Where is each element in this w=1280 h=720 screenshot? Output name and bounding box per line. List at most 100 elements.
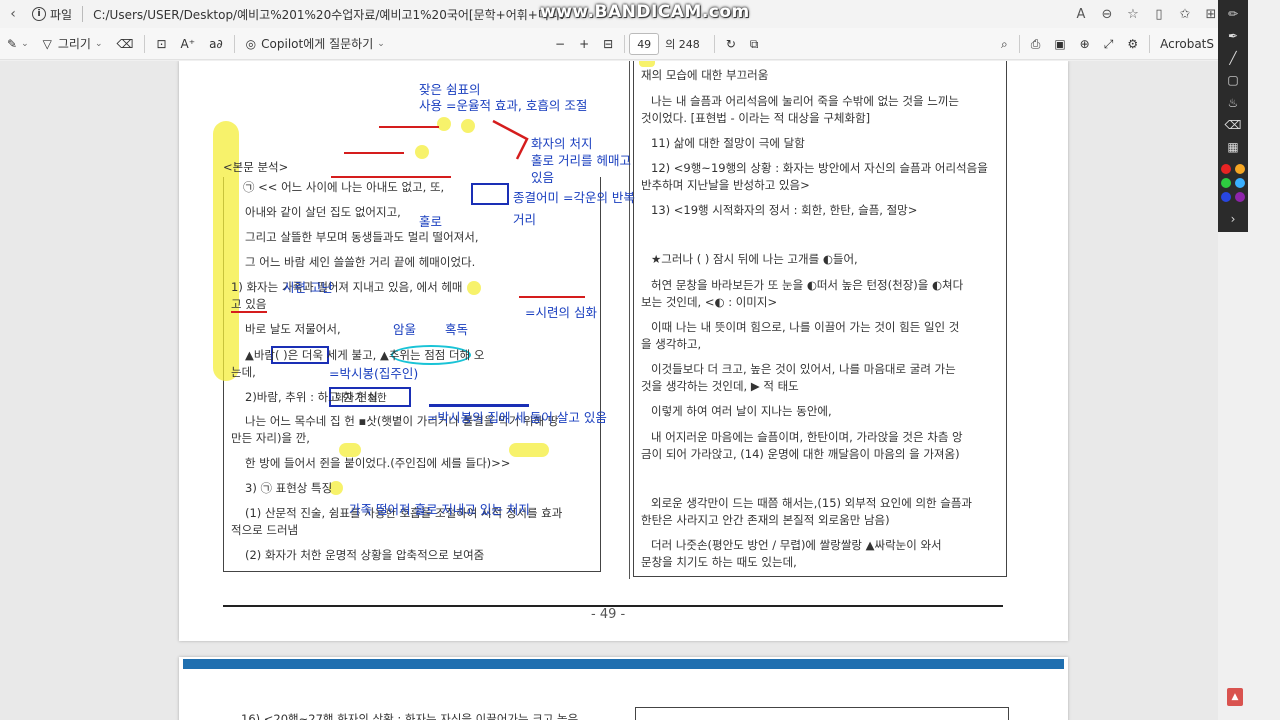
toolbar-divider [713,35,715,53]
bandicam-watermark: www.BANDICAM.com [540,2,750,22]
page-controls: − + ⊟ 49 의 248 ↻ ⧉ [548,28,765,60]
copilot-icon: ◎ [245,36,257,51]
print-icon[interactable]: ⎙ [1024,31,1048,57]
color-purple[interactable] [1235,191,1245,202]
search-icon[interactable]: ⌕ [994,31,1015,57]
pen-icon[interactable]: ✏ [1222,4,1244,23]
highlight-dot [437,117,451,131]
acrobat-label[interactable]: AcrobatS [1154,37,1218,51]
column-divider [629,61,630,579]
left-line: ㉠ << 어느 사이에 나는 아내도 없고, 또, [243,180,445,194]
right-line: 허연 문창을 바라보든가 또 눈을 ◐떠서 높은 턴정(천장)을 ◐쳐다 [651,278,964,292]
pdf-toolbar: ✎ ⌄ ▽ 그리기 ⌄ ⌫ ⊡ A⁺ a∂ ◎ Copilot에게 질문하기 ⌄ − + … [0,28,1218,60]
toolbar-divider [1149,35,1151,53]
pdf-file-icon[interactable]: ▲ [1227,688,1243,706]
right-line: 이때 나는 내 뜻이며 힘으로, 나를 이끌어 가는 것이 힘든 일인 것 [651,320,960,334]
page-number-input[interactable]: 49 [629,33,660,55]
draw-label: 그리기 [57,37,91,51]
annotation-text: =박시봉(집주인) [329,366,419,381]
pdf-viewport[interactable]: <본문 분석> ㉠ << 어느 사이에 나는 아내도 없고, 또, 아내와 같이… [0,61,1218,720]
left-line: 한 방에 들어서 쥔을 붙이었다.(주인집에 세를 들다)>> [245,456,511,470]
left-line: (2) 화자가 처한 운명적 상황을 압축적으로 보여줌 [245,548,485,562]
address-path[interactable]: C:/Users/USER/Desktop/예비고%201%20수업자료/예비고… [93,6,563,23]
right-line: 이렇게 하여 여러 날이 지나는 동안에, [651,404,832,418]
section-title: <본문 분석> [223,160,289,174]
right-line: 금이 되어 가라앉고, (14) 운명에 대한 깨달음이 마음의 을 가져옴) [641,447,960,461]
color-swatches [1221,163,1245,202]
color-blue[interactable] [1221,191,1231,202]
annotation-text: 시련 고난 [283,280,333,295]
right-line: 한탄은 사라지고 안간 존재의 본질적 외로움만 남음) [641,513,890,527]
boxed-phrase: 화자가 처한 [335,392,387,404]
annotation-text: 혹독 [445,322,469,337]
zoom-in-button[interactable]: + [572,31,596,57]
highlighter-icon[interactable]: ✒ [1222,26,1244,45]
copilot-button[interactable]: ◎ Copilot에게 질문하기 ⌄ [239,31,392,57]
eraser-icon: ⌫ [116,36,134,51]
annotation-text: 사용 =운율적 효과, 호흡의 조절 [419,98,588,113]
left-line: 바로 날도 저물어서, [245,322,341,336]
back-arrow-icon[interactable]: ‹ [0,1,26,27]
right-line: 외로운 생각만이 드는 때쯤 해서는,(15) 외부적 요인에 의한 슬픔과 [651,496,973,510]
text-box-icon: ⊡ [156,36,167,51]
left-line: 적으로 드러냄 [231,523,299,537]
annotation-text: 있음 [531,170,555,185]
right-line: 11) 삶에 대한 절망이 극에 달함 [651,136,805,150]
draw-tool[interactable]: ▽ 그리기 ⌄ [36,31,110,57]
collapse-chevron-icon[interactable]: › [1222,210,1244,229]
left-line: 아내와 같이 살던 집도 없어지고, [245,205,401,219]
zoom-icon[interactable]: ⊖ [1094,1,1120,27]
right-line: ★그러나 ( ) 잠시 뒤에 나는 고개를 ◐들어, [651,252,858,266]
next-page-box [635,707,1009,720]
right-line: 이것들보다 더 크고, 높은 것이 있어서, 나를 마음대로 굴려 가는 [651,362,956,376]
highlight-dot [467,281,481,295]
right-line: 을 생각하고, [641,337,702,351]
favorites-icon[interactable]: ✩ [1172,1,1198,27]
right-line: 것을 생각하는 것인데, ▶ 적 태도 [641,379,799,393]
highlight-dot [415,145,429,159]
right-line: 재의 모습에 대한 부끄러움 [641,68,769,82]
page-number: - 49 - [591,607,626,622]
line-icon[interactable]: ╱ [1222,49,1244,68]
fullscreen-icon[interactable]: ⤢ [1097,31,1121,57]
color-green[interactable] [1221,177,1231,188]
left-line: 1) 화자는 가족과 떨어져 지내고 있음, 에서 헤매 [231,280,463,294]
read-aloud-icon[interactable]: A [1068,1,1094,27]
info-icon[interactable]: i [32,7,46,21]
zoom-out-button[interactable]: − [548,31,572,57]
text-tool[interactable]: ⊡ [149,31,173,57]
left-line: ▲바람( )은 더욱 세게 불고, ▲추위는 점점 더해 오 [245,348,485,362]
page-view-icon[interactable]: ⧉ [743,31,766,57]
file-scheme-label: 파일 [50,7,73,22]
highlight-tool[interactable]: ✎ ⌄ [0,31,36,57]
red-underline [379,126,439,128]
pdf-toolbar-right: ⌕ ⎙ ▣ ⊕ ⤢ ⚙ AcrobatS [994,28,1218,60]
right-edge [1248,0,1280,720]
translate-tool[interactable]: a∂ [202,31,230,57]
checker-icon[interactable]: ▦ [1222,138,1244,157]
color-red[interactable] [1221,163,1231,174]
settings-gear-icon[interactable]: ⚙ [1120,31,1145,57]
toolbar-divider [1018,35,1020,53]
red-underline [519,296,585,298]
eraser-tool[interactable]: ⌫ [110,31,141,57]
paint-icon[interactable]: ♨ [1222,93,1244,112]
split-screen-icon[interactable]: ▯ [1146,1,1172,27]
fit-page-icon[interactable]: ⊟ [596,31,620,57]
save-icon[interactable]: ▣ [1047,31,1072,57]
eraser-icon[interactable]: ⌫ [1222,115,1244,134]
left-line: 그리고 살뜰한 부모며 동생들과도 멀리 떨어져서, [245,230,479,244]
right-line: 내 어지러운 마음에는 슬픔이며, 한탄이며, 가라앉을 것은 차츰 앙 [651,430,963,444]
right-line: 보는 것인데, <◐ : 이미지> [641,295,778,309]
annotation-text: 암울 [393,322,417,337]
favorite-star-icon[interactable]: ☆ [1120,1,1146,27]
color-cyan[interactable] [1235,177,1245,188]
rotate-icon[interactable]: ↻ [719,31,743,57]
color-orange[interactable] [1235,163,1245,174]
annotation-text: 거리 [513,212,537,227]
annotation-text: =시련의 심화 [525,305,597,320]
save-as-icon[interactable]: ⊕ [1073,31,1097,57]
highlight-dot [461,119,475,133]
rectangle-icon[interactable]: ▢ [1222,71,1244,90]
text-size-tool[interactable]: A⁺ [174,31,203,57]
